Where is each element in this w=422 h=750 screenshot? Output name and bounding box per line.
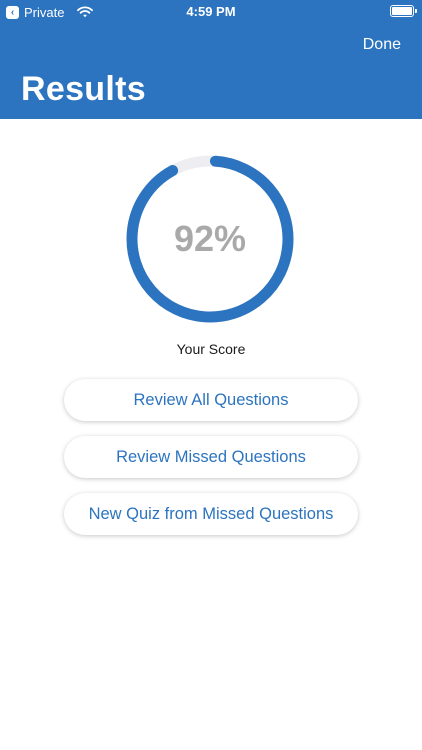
status-bar: ‹ Private 4:59 PM	[0, 0, 422, 24]
score-value: 92%	[173, 218, 247, 259]
page-title: Results	[21, 70, 146, 108]
nav-header: ‹ Private 4:59 PM Done Results	[0, 0, 422, 119]
battery-icon	[390, 5, 417, 17]
battery-level	[392, 7, 412, 15]
score-label: Your Score	[176, 341, 246, 357]
new-quiz-from-missed-button[interactable]: New Quiz from Missed Questions	[64, 493, 358, 535]
review-all-questions-button[interactable]: Review All Questions	[64, 379, 358, 421]
review-missed-questions-button[interactable]: Review Missed Questions	[64, 436, 358, 478]
done-button[interactable]: Done	[363, 36, 401, 54]
status-time: 4:59 PM	[186, 4, 236, 19]
